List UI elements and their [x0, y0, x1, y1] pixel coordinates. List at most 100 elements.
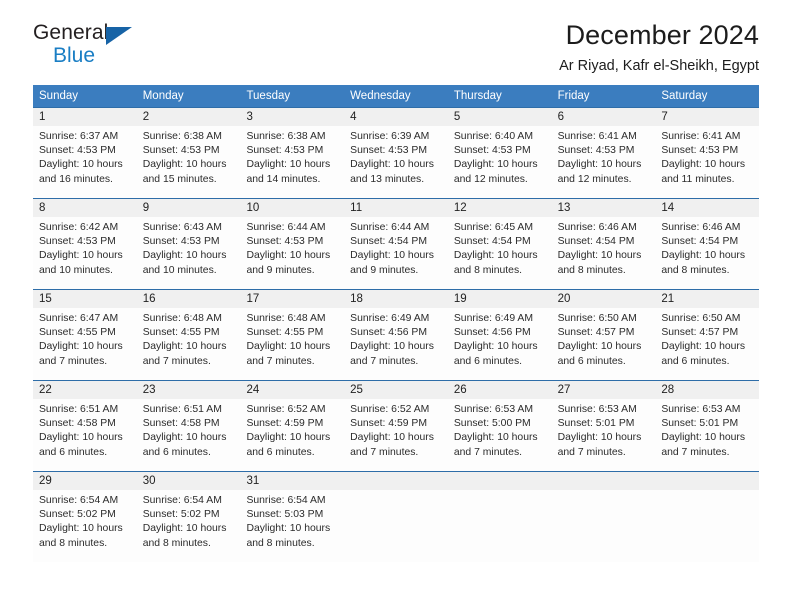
day-number[interactable]: 10	[240, 199, 344, 217]
day-number[interactable]: 7	[655, 108, 759, 126]
daylight-text-line1: Daylight: 10 hours	[453, 341, 538, 353]
day-cell[interactable]: Sunrise: 6:53 AM Sunset: 5:01 PM Dayligh…	[552, 399, 656, 471]
sunrise-text: Sunrise: 6:51 AM	[142, 404, 222, 415]
day-number[interactable]: 19	[448, 290, 552, 308]
day-number[interactable]: 8	[33, 199, 137, 217]
day-number[interactable]: 28	[655, 381, 759, 399]
calendar-week-row: 15 16 17 18 19 20 21 Sunrise: 6:47 AM Su…	[33, 289, 759, 380]
sunset-text: Sunset: 4:53 PM	[453, 145, 531, 157]
daylight-text-line2: and 9 minutes.	[350, 264, 419, 276]
day-cell[interactable]: Sunrise: 6:42 AM Sunset: 4:53 PM Dayligh…	[33, 217, 137, 289]
sunset-text: Sunset: 4:53 PM	[246, 236, 324, 248]
day-number[interactable]: 29	[33, 472, 137, 490]
day-cell[interactable]: Sunrise: 6:48 AM Sunset: 4:55 PM Dayligh…	[137, 308, 241, 380]
daylight-text-line1: Daylight: 10 hours	[557, 159, 642, 171]
sunset-text: Sunset: 4:57 PM	[557, 327, 635, 339]
sunrise-text: Sunrise: 6:53 AM	[661, 404, 741, 415]
day-cell[interactable]: Sunrise: 6:44 AM Sunset: 4:54 PM Dayligh…	[344, 217, 448, 289]
day-number[interactable]: 16	[137, 290, 241, 308]
day-cell[interactable]: Sunrise: 6:38 AM Sunset: 4:53 PM Dayligh…	[137, 126, 241, 198]
day-number[interactable]: 13	[552, 199, 656, 217]
day-cell[interactable]: Sunrise: 6:53 AM Sunset: 5:00 PM Dayligh…	[448, 399, 552, 471]
sunset-text: Sunset: 4:53 PM	[661, 145, 739, 157]
week-detail-band: Sunrise: 6:54 AM Sunset: 5:02 PM Dayligh…	[33, 490, 759, 562]
day-number[interactable]: 14	[655, 199, 759, 217]
daylight-text-line1: Daylight: 10 hours	[350, 250, 434, 262]
weekday-header-tuesday: Tuesday	[246, 90, 291, 102]
daylight-text-line1: Daylight: 10 hours	[39, 341, 123, 353]
day-cell[interactable]: Sunrise: 6:51 AM Sunset: 4:58 PM Dayligh…	[137, 399, 241, 471]
day-number[interactable]: 31	[240, 472, 344, 490]
day-cell[interactable]: Sunrise: 6:43 AM Sunset: 4:53 PM Dayligh…	[137, 217, 241, 289]
day-number[interactable]: 2	[137, 108, 241, 126]
daylight-text-line1: Daylight: 10 hours	[142, 159, 227, 171]
daylight-text-line1: Daylight: 10 hours	[142, 250, 227, 262]
daylight-text-line2: and 7 minutes.	[557, 446, 626, 458]
day-cell[interactable]: Sunrise: 6:54 AM Sunset: 5:02 PM Dayligh…	[33, 490, 137, 562]
day-cell[interactable]: Sunrise: 6:39 AM Sunset: 4:53 PM Dayligh…	[344, 126, 448, 198]
day-number[interactable]: 15	[33, 290, 137, 308]
day-cell[interactable]: Sunrise: 6:38 AM Sunset: 4:53 PM Dayligh…	[240, 126, 344, 198]
daylight-text-line1: Daylight: 10 hours	[453, 159, 538, 171]
day-number[interactable]: 12	[448, 199, 552, 217]
sunrise-text: Sunrise: 6:52 AM	[350, 404, 430, 415]
sunset-text: Sunset: 4:55 PM	[142, 327, 220, 339]
daylight-text-line2: and 12 minutes.	[557, 173, 632, 185]
sunset-text: Sunset: 4:56 PM	[350, 327, 427, 339]
day-number[interactable]: 1	[33, 108, 137, 126]
sunrise-text: Sunrise: 6:42 AM	[39, 222, 119, 233]
day-cell[interactable]: Sunrise: 6:49 AM Sunset: 4:56 PM Dayligh…	[344, 308, 448, 380]
day-number[interactable]: 22	[33, 381, 137, 399]
day-number[interactable]: 17	[240, 290, 344, 308]
calendar-week-row: 22 23 24 25 26 27 28 Sunrise: 6:51 AM Su…	[33, 380, 759, 471]
general-blue-logo[interactable]: General Blue	[33, 22, 153, 70]
day-cell[interactable]: Sunrise: 6:47 AM Sunset: 4:55 PM Dayligh…	[33, 308, 137, 380]
day-cell[interactable]: Sunrise: 6:41 AM Sunset: 4:53 PM Dayligh…	[552, 126, 656, 198]
day-cell-empty	[655, 490, 759, 562]
day-cell[interactable]: Sunrise: 6:40 AM Sunset: 4:53 PM Dayligh…	[448, 126, 552, 198]
day-cell[interactable]: Sunrise: 6:49 AM Sunset: 4:56 PM Dayligh…	[448, 308, 552, 380]
day-cell[interactable]: Sunrise: 6:46 AM Sunset: 4:54 PM Dayligh…	[655, 217, 759, 289]
day-cell[interactable]: Sunrise: 6:54 AM Sunset: 5:03 PM Dayligh…	[240, 490, 344, 562]
day-cell[interactable]: Sunrise: 6:48 AM Sunset: 4:55 PM Dayligh…	[240, 308, 344, 380]
day-number[interactable]: 20	[552, 290, 656, 308]
weekday-header-wednesday: Wednesday	[350, 90, 411, 102]
day-cell[interactable]: Sunrise: 6:37 AM Sunset: 4:53 PM Dayligh…	[33, 126, 137, 198]
daylight-text-line2: and 6 minutes.	[142, 446, 211, 458]
day-number[interactable]: 30	[137, 472, 241, 490]
day-number[interactable]: 3	[240, 108, 344, 126]
day-number[interactable]: 9	[137, 199, 241, 217]
daylight-text-line2: and 7 minutes.	[142, 355, 211, 367]
day-number[interactable]: 27	[552, 381, 656, 399]
day-cell[interactable]: Sunrise: 6:46 AM Sunset: 4:54 PM Dayligh…	[552, 217, 656, 289]
day-number[interactable]: 4	[344, 108, 448, 126]
day-cell[interactable]: Sunrise: 6:51 AM Sunset: 4:58 PM Dayligh…	[33, 399, 137, 471]
day-number[interactable]: 23	[137, 381, 241, 399]
sunrise-text: Sunrise: 6:48 AM	[246, 313, 326, 324]
sunrise-text: Sunrise: 6:49 AM	[453, 313, 534, 324]
day-cell[interactable]: Sunrise: 6:45 AM Sunset: 4:54 PM Dayligh…	[448, 217, 552, 289]
page-header: General Blue December 2024 Ar Riyad, Kaf…	[33, 0, 759, 74]
day-number[interactable]: 24	[240, 381, 344, 399]
day-cell[interactable]: Sunrise: 6:50 AM Sunset: 4:57 PM Dayligh…	[552, 308, 656, 380]
sunset-text: Sunset: 4:53 PM	[557, 145, 635, 157]
day-cell[interactable]: Sunrise: 6:44 AM Sunset: 4:53 PM Dayligh…	[240, 217, 344, 289]
day-number[interactable]: 18	[344, 290, 448, 308]
day-cell[interactable]: Sunrise: 6:53 AM Sunset: 5:01 PM Dayligh…	[655, 399, 759, 471]
daylight-text-line1: Daylight: 10 hours	[39, 523, 123, 535]
day-number[interactable]: 21	[655, 290, 759, 308]
week-detail-band: Sunrise: 6:37 AM Sunset: 4:53 PM Dayligh…	[33, 126, 759, 198]
day-cell[interactable]: Sunrise: 6:54 AM Sunset: 5:02 PM Dayligh…	[137, 490, 241, 562]
day-cell[interactable]: Sunrise: 6:50 AM Sunset: 4:57 PM Dayligh…	[655, 308, 759, 380]
day-number[interactable]: 5	[448, 108, 552, 126]
day-number[interactable]: 26	[448, 381, 552, 399]
day-cell[interactable]: Sunrise: 6:52 AM Sunset: 4:59 PM Dayligh…	[240, 399, 344, 471]
day-number[interactable]: 6	[552, 108, 656, 126]
day-cell[interactable]: Sunrise: 6:41 AM Sunset: 4:53 PM Dayligh…	[655, 126, 759, 198]
daylight-text-line1: Daylight: 10 hours	[557, 432, 642, 444]
day-cell[interactable]: Sunrise: 6:52 AM Sunset: 4:59 PM Dayligh…	[344, 399, 448, 471]
day-number[interactable]: 11	[344, 199, 448, 217]
daylight-text-line2: and 11 minutes.	[661, 173, 735, 185]
day-number[interactable]: 25	[344, 381, 448, 399]
daylight-text-line1: Daylight: 10 hours	[557, 250, 642, 262]
